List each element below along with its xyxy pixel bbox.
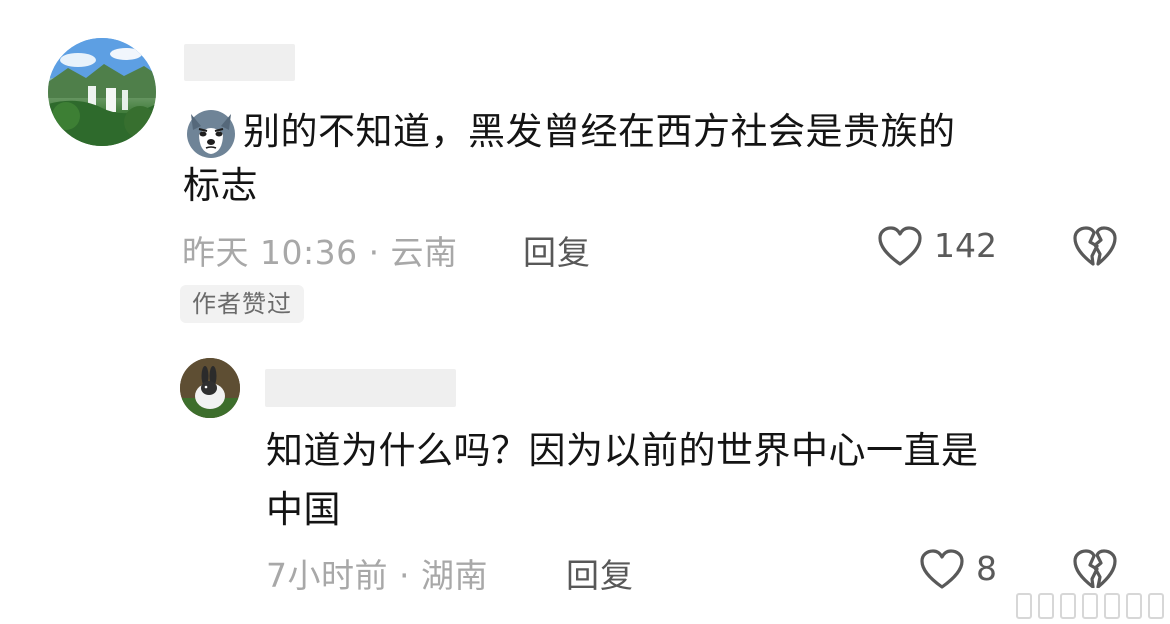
like-heart-icon[interactable] [918, 547, 966, 591]
reply-button[interactable]: 回复 [523, 226, 591, 274]
like-count: 142 [934, 226, 997, 265]
like-heart-icon[interactable] [876, 224, 924, 268]
comment-text-continued: 标志 [183, 164, 258, 207]
watermark-glyphs [1016, 593, 1164, 619]
reply-time-location: 7小时前 · 湖南 [266, 556, 488, 595]
reply-commenter-avatar[interactable] [180, 358, 240, 418]
commenter-name-redacted[interactable] [184, 44, 295, 81]
commenter-avatar[interactable] [48, 38, 156, 146]
husky-dog-emoji [187, 110, 235, 158]
dislike-broken-heart-icon[interactable] [1071, 547, 1119, 591]
reply-text-continued: 中国 [266, 488, 341, 531]
like-count: 8 [976, 549, 997, 588]
comment-time-location: 昨天 10:36 · 云南 [182, 233, 458, 272]
reply-text: 知道为什么吗？因为以前的世界中心一直是 [266, 429, 979, 472]
watermark [1016, 588, 1170, 624]
author-liked-badge: 作者赞过 [180, 285, 304, 323]
reply-button[interactable]: 回复 [566, 549, 634, 597]
reply-commenter-name-redacted[interactable] [265, 369, 456, 407]
comment-text: 别的不知道，黑发曾经在西方社会是贵族的 [243, 110, 956, 153]
comment-text-line: 别的不知道，黑发曾经在西方社会是贵族的 [183, 104, 956, 160]
dislike-broken-heart-icon[interactable] [1071, 224, 1119, 268]
